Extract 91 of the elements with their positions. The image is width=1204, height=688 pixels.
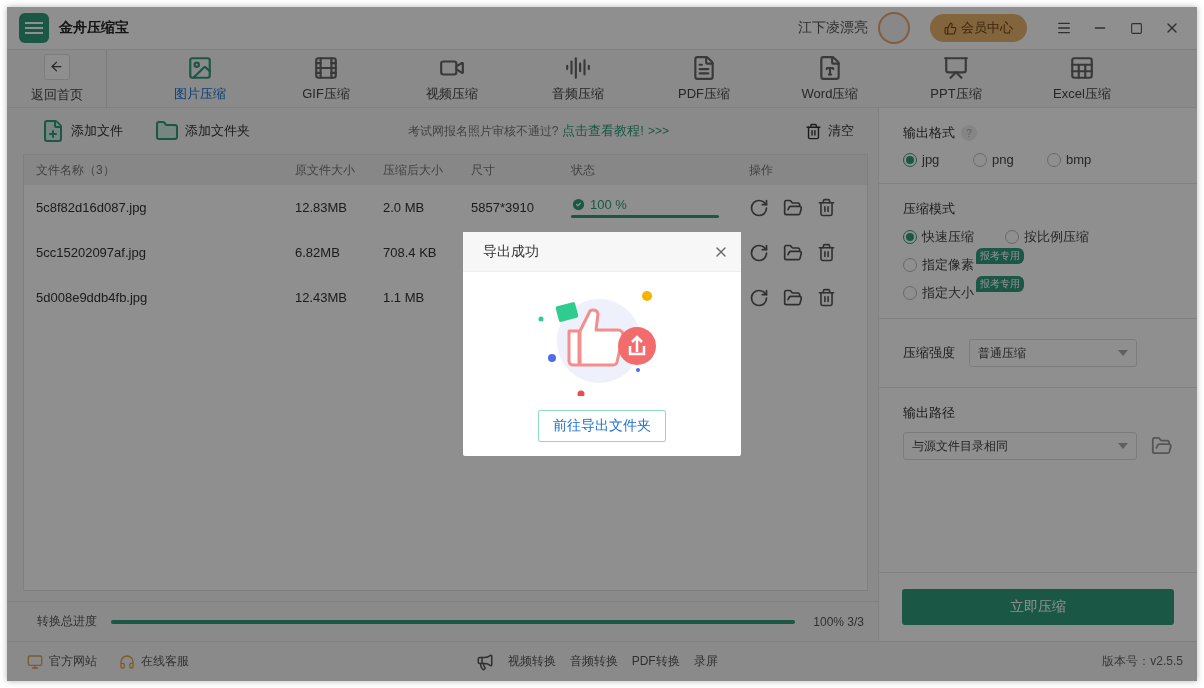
spreadsheet-icon (1069, 54, 1095, 81)
table-cell-text: 5c8f82d16d087.jpg (36, 200, 148, 215)
tool-tab[interactable]: 图片压缩 (137, 53, 263, 104)
table-cell-text: 2.0 MB (383, 200, 426, 215)
trash-icon[interactable] (817, 242, 836, 262)
folder-icon[interactable] (783, 287, 803, 308)
table-cell-text: 708.4 KB (383, 245, 438, 260)
app-logo (19, 13, 49, 43)
check-icon (571, 197, 586, 212)
progress-reading: 100% 3/3 (813, 614, 864, 629)
column-header: 原文件大小 (295, 161, 356, 179)
table-cell-text: 6.82MB (295, 245, 341, 260)
tool-tab[interactable]: GIF压缩 (263, 53, 389, 104)
add-folder-button[interactable]: 添加文件夹 (149, 118, 256, 144)
footer-link[interactable]: PDF转换 (631, 653, 680, 670)
column-header: 压缩后大小 (383, 161, 444, 179)
table-cell-text: 5cc15202097af.jpg (36, 245, 147, 260)
section-label: 压缩强度 (903, 344, 955, 362)
section-label: 压缩模式 (903, 200, 955, 218)
folder-add-icon (155, 119, 179, 143)
document-icon (691, 54, 717, 81)
radio-option[interactable]: jpg (903, 152, 940, 167)
footer-link[interactable]: 官方网站 (27, 653, 97, 670)
file-type-icon (817, 54, 843, 81)
tag: 报考专用 (976, 248, 1024, 264)
caret-icon (1118, 350, 1128, 356)
trash-icon[interactable] (817, 287, 836, 307)
footer-link[interactable]: 视频转换 (507, 653, 556, 670)
refresh-icon[interactable] (749, 287, 769, 308)
presentation-icon (943, 54, 969, 81)
column-header: 状态 (571, 161, 596, 179)
add-file-button[interactable]: 添加文件 (35, 118, 129, 144)
user-name: 江下凌漂亮 (798, 19, 868, 37)
image-icon (187, 54, 213, 81)
section-label: 输出格式 (903, 124, 955, 142)
status-text: 100 % (571, 197, 719, 212)
film-icon (313, 54, 339, 81)
tag: 报考专用 (976, 276, 1024, 292)
arrows-text: >>> (647, 124, 669, 138)
radio-option[interactable]: 指定像素 (903, 256, 974, 274)
table-cell-text: 5857*3910 (471, 200, 535, 215)
radio-option[interactable]: 指定大小 (903, 284, 974, 302)
monitor-icon (27, 653, 43, 670)
radio-option[interactable]: png (973, 152, 1014, 167)
column-header: 操作 (749, 161, 774, 179)
compress-button[interactable]: 立即压缩 (902, 589, 1174, 625)
path-dropdown[interactable]: 与源文件目录相同 (903, 432, 1138, 460)
refresh-icon[interactable] (749, 242, 769, 263)
table-cell-text: 1.1 MB (383, 290, 426, 305)
refresh-icon[interactable] (749, 197, 769, 218)
tool-tab[interactable]: 视频压缩 (389, 53, 515, 104)
column-header: 尺寸 (471, 161, 496, 179)
tutorial-link[interactable]: 点击查看教程! (562, 122, 644, 140)
open-folder-button[interactable]: 前往导出文件夹 (538, 410, 666, 442)
progress-label: 转换总进度 (37, 613, 97, 630)
file-add-icon (41, 119, 65, 143)
tool-tab[interactable]: Excel压缩 (1019, 53, 1145, 104)
folder-icon[interactable] (783, 242, 803, 263)
audio-wave-icon (565, 54, 591, 81)
radio-option[interactable]: 按比例压缩 (1005, 228, 1089, 246)
table-cell-text: 5d008e9ddb4fb.jpg (36, 290, 149, 305)
footer-link[interactable]: 录屏 (693, 653, 718, 670)
dialog-title: 导出成功 (483, 242, 539, 261)
version-text: 版本号：v2.5.5 (1102, 653, 1183, 670)
trash-icon (805, 122, 822, 140)
tool-tab[interactable]: Word压缩 (767, 53, 893, 104)
trash-icon[interactable] (817, 197, 836, 217)
strength-dropdown[interactable]: 普通压缩 (969, 339, 1137, 367)
folder-icon[interactable] (783, 197, 803, 218)
radio-option[interactable]: bmp (1047, 152, 1092, 167)
radio-option[interactable]: 快速压缩 (903, 228, 974, 246)
tool-tab[interactable]: PDF压缩 (641, 53, 767, 104)
column-header: 文件名称（3） (36, 161, 116, 179)
table-cell-text: 12.43MB (295, 290, 349, 305)
headset-icon (119, 653, 135, 670)
arrow-left-icon (49, 59, 64, 74)
clear-button[interactable]: 清空 (799, 121, 860, 141)
tool-tab[interactable]: PPT压缩 (893, 53, 1019, 104)
megaphone-icon (475, 652, 494, 671)
back-button[interactable]: 返回首页 (7, 49, 107, 108)
thumbs-up-icon (944, 21, 957, 35)
app-title: 金舟压缩宝 (59, 19, 130, 37)
table-cell-text: 12.83MB (295, 200, 349, 215)
section-label: 输出路径 (903, 404, 955, 422)
hint-text: 考试网报名照片审核不通过? (407, 122, 559, 140)
folder-icon[interactable] (1151, 435, 1173, 457)
footer-link[interactable]: 在线客服 (119, 653, 189, 670)
footer-link[interactable]: 音频转换 (569, 653, 618, 670)
caret-icon (1118, 443, 1129, 449)
tool-tab[interactable]: 音频压缩 (515, 53, 641, 104)
vip-button[interactable]: 会员中心 (930, 14, 1027, 42)
